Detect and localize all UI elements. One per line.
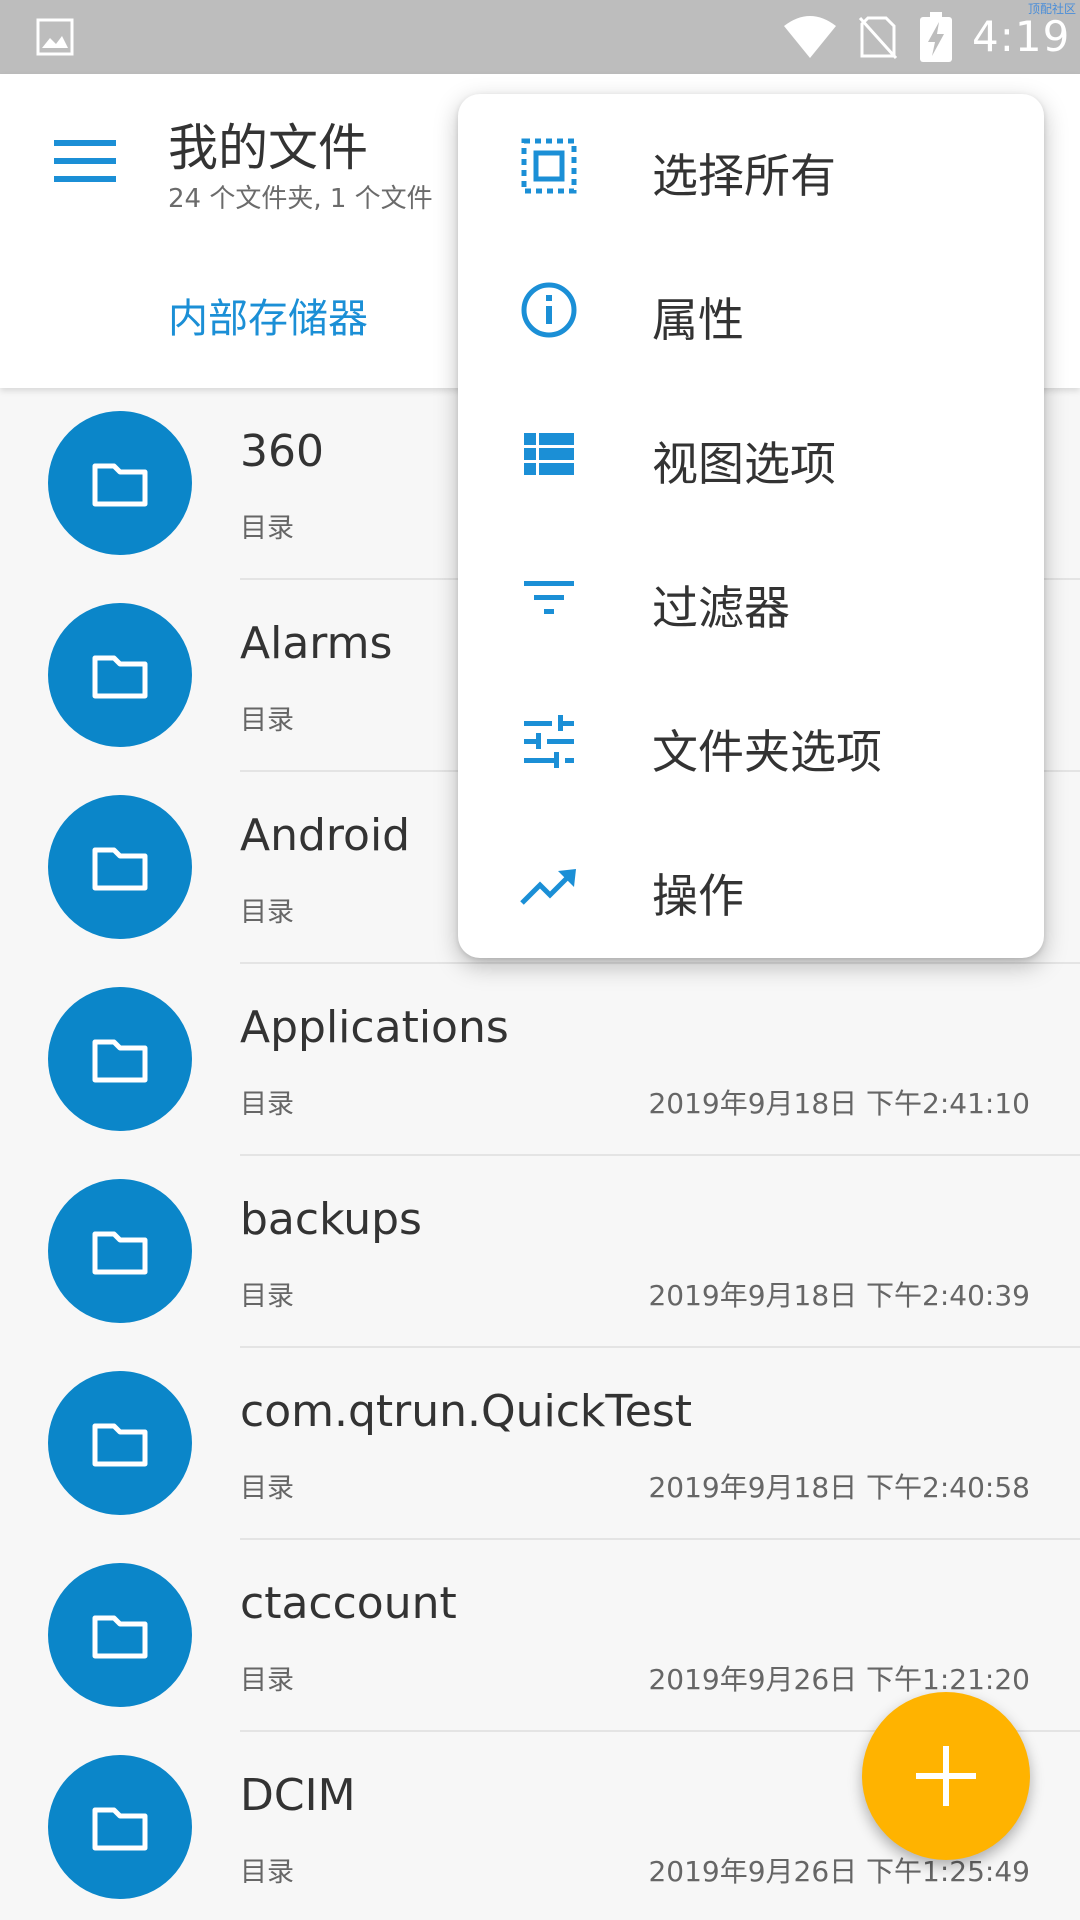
- folder-icon: [92, 847, 148, 891]
- filter-icon: [524, 581, 574, 614]
- folder-avatar: [48, 411, 192, 555]
- file-name: Applications: [240, 1002, 509, 1053]
- folder-icon: [92, 1615, 148, 1659]
- menu-item-folder-options[interactable]: 文件夹选项: [458, 670, 1044, 814]
- file-type: 目录: [240, 897, 294, 928]
- menu-item-actions[interactable]: 操作: [458, 814, 1044, 958]
- watermark: 顶配社区: [1027, 2, 1076, 16]
- folder-avatar: [48, 1371, 192, 1515]
- file-date: 2019年9月18日 下午2:41:10: [648, 1087, 1030, 1120]
- file-name: 360: [240, 426, 324, 477]
- file-name: Alarms: [240, 618, 393, 669]
- file-type: 目录: [240, 1281, 294, 1312]
- file-type: 目录: [240, 1665, 294, 1696]
- file-type: 目录: [240, 1089, 294, 1120]
- menu-item-label: 操作: [652, 869, 744, 923]
- list-item[interactable]: Applications 目录 2019年9月18日 下午2:41:10: [0, 964, 1080, 1156]
- folder-icon: [92, 1807, 148, 1851]
- file-date: 2019年9月26日 下午1:21:20: [648, 1663, 1030, 1696]
- menu-item-label: 视图选项: [652, 437, 836, 491]
- menu-item-properties[interactable]: 属性: [458, 238, 1044, 382]
- menu-item-select-all[interactable]: 选择所有: [458, 94, 1044, 238]
- select-all-icon: [521, 138, 577, 194]
- no-sim-icon: [858, 16, 898, 60]
- wifi-icon: [784, 16, 836, 58]
- list-item[interactable]: backups 目录 2019年9月18日 下午2:40:39: [0, 1156, 1080, 1348]
- add-fab-button[interactable]: [862, 1692, 1030, 1860]
- file-name: com.qtrun.QuickTest: [240, 1386, 693, 1437]
- menu-item-label: 选择所有: [652, 149, 836, 203]
- page-title: 我的文件: [168, 119, 368, 177]
- status-bar: 4:19 顶配社区: [0, 0, 1080, 74]
- folder-avatar: [48, 1755, 192, 1899]
- folder-avatar: [48, 603, 192, 747]
- folder-icon: [92, 463, 148, 507]
- status-time: 4:19: [972, 12, 1071, 61]
- file-name: backups: [240, 1194, 422, 1245]
- file-type: 目录: [240, 705, 294, 736]
- folder-avatar: [48, 987, 192, 1131]
- plus-icon: [916, 1746, 976, 1806]
- folder-icon: [92, 655, 148, 699]
- file-type: 目录: [240, 513, 294, 544]
- menu-item-view-options[interactable]: 视图选项: [458, 382, 1044, 526]
- folder-avatar: [48, 1179, 192, 1323]
- file-name: DCIM: [240, 1770, 356, 1821]
- folder-avatar: [48, 1563, 192, 1707]
- menu-icon[interactable]: [54, 138, 116, 184]
- file-type: 目录: [240, 1473, 294, 1504]
- gallery-icon: [36, 18, 74, 56]
- menu-item-filter[interactable]: 过滤器: [458, 526, 1044, 670]
- page-subtitle: 24 个文件夹, 1 个文件: [168, 184, 433, 214]
- view-list-icon: [524, 433, 574, 475]
- trending-up-icon: [520, 869, 576, 905]
- file-name: ctaccount: [240, 1578, 457, 1629]
- battery-charging-icon: [920, 12, 952, 62]
- tab-internal-storage[interactable]: 内部存储器: [168, 286, 368, 344]
- tune-icon: [524, 715, 574, 768]
- folder-icon: [92, 1039, 148, 1083]
- menu-item-label: 属性: [652, 293, 744, 347]
- folder-icon: [92, 1231, 148, 1275]
- file-date: 2019年9月18日 下午2:40:58: [648, 1471, 1030, 1504]
- file-type: 目录: [240, 1857, 294, 1888]
- folder-icon: [92, 1423, 148, 1467]
- file-date: 2019年9月26日 下午1:25:49: [648, 1855, 1030, 1888]
- folder-avatar: [48, 795, 192, 939]
- file-date: 2019年9月18日 下午2:40:39: [648, 1279, 1030, 1312]
- file-name: Android: [240, 810, 411, 861]
- list-item[interactable]: com.qtrun.QuickTest 目录 2019年9月18日 下午2:40…: [0, 1348, 1080, 1540]
- info-icon: [521, 282, 577, 338]
- menu-item-label: 过滤器: [652, 581, 790, 635]
- menu-item-label: 文件夹选项: [652, 725, 882, 779]
- overflow-menu: 选择所有 属性 视图选项 过滤器 文件夹选项 操作: [458, 94, 1044, 958]
